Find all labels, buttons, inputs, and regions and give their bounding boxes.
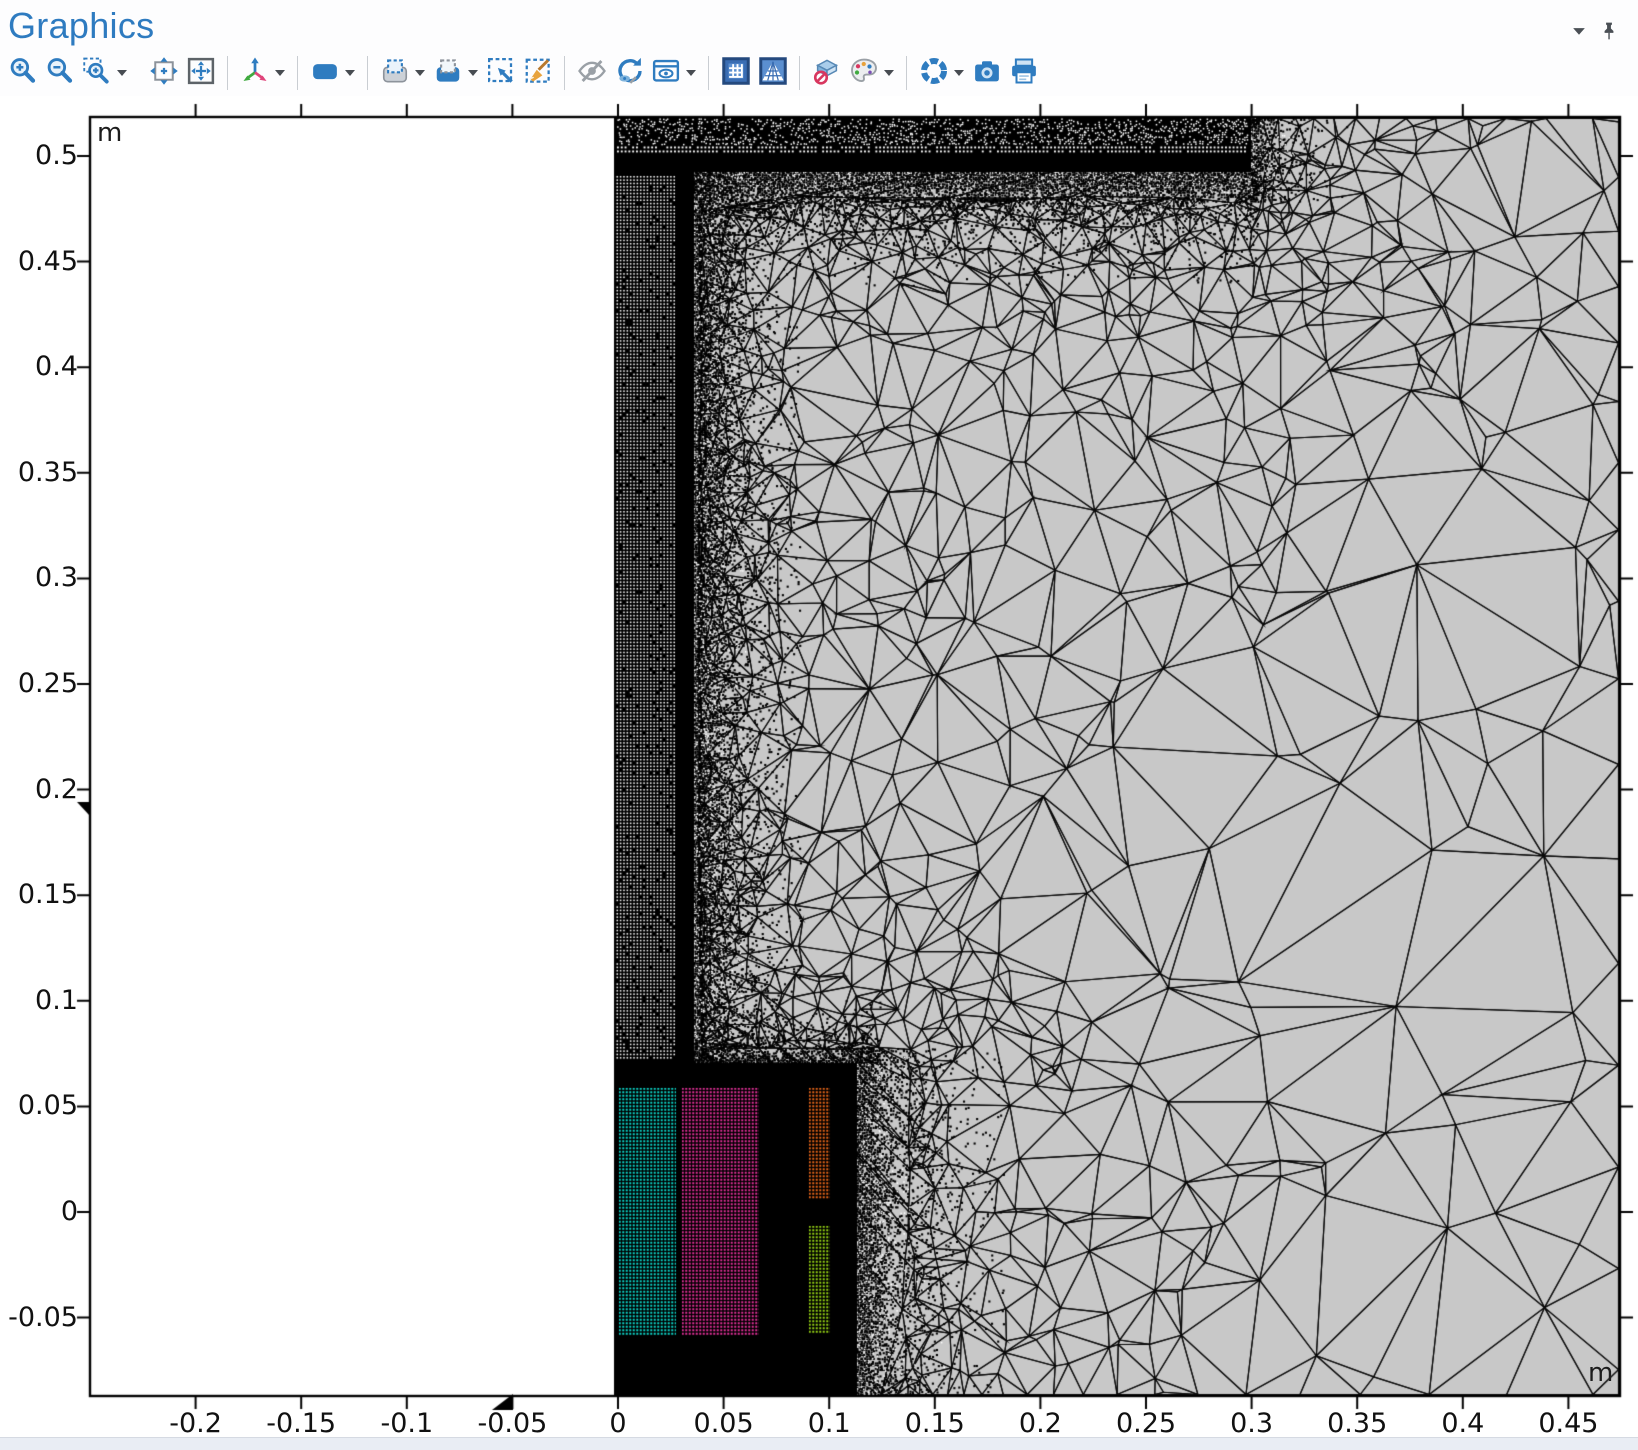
zoom-box-button-dropdown[interactable] <box>115 55 128 92</box>
panel-header: Graphics <box>0 0 1638 50</box>
color-palette-button-dropdown[interactable] <box>882 55 895 92</box>
toolbar-group <box>236 55 289 92</box>
x-axis-unit-label: m <box>1588 1360 1613 1386</box>
toolbar-group <box>306 55 359 92</box>
palette-icon <box>849 56 879 91</box>
default-view-button-dropdown[interactable] <box>273 55 286 92</box>
panel-title: Graphics <box>8 4 154 48</box>
new-selection-button[interactable] <box>482 55 519 92</box>
zoom-box-button[interactable] <box>78 55 115 92</box>
toolbar-separator <box>708 56 709 90</box>
show-mesh-button[interactable] <box>754 55 791 92</box>
y-axis-unit-label: m <box>97 120 122 146</box>
roundrect-icon <box>310 56 340 91</box>
zoom-in-button[interactable] <box>4 55 41 92</box>
remove-plot-button[interactable] <box>808 55 845 92</box>
cube-gray-icon <box>380 56 410 91</box>
show-mesh-icon <box>758 56 788 91</box>
toolbar-separator <box>799 56 800 90</box>
toolbar-group <box>808 55 898 92</box>
print-button[interactable] <box>1005 55 1042 92</box>
default-view-icon <box>240 56 270 91</box>
zoom-in-icon <box>8 56 38 91</box>
scene-light-button[interactable] <box>915 55 952 92</box>
view-hidden-button-dropdown[interactable] <box>684 55 697 92</box>
show-grid-icon <box>721 56 751 91</box>
toolbar-separator <box>564 56 565 90</box>
toolbar-separator <box>297 56 298 90</box>
toolbar-group <box>376 55 556 92</box>
bottom-strip <box>0 1437 1638 1450</box>
reset-hiding-button[interactable] <box>610 55 647 92</box>
toolbar-separator <box>227 56 228 90</box>
select-objects-button[interactable] <box>376 55 413 92</box>
select-entities-button[interactable] <box>429 55 466 92</box>
view-mode-button-dropdown[interactable] <box>343 55 356 92</box>
graphics-panel: Graphics -0.2-0.15-0.1-0.0500.050.10.150… <box>0 0 1638 1450</box>
camera-icon <box>972 56 1002 91</box>
clear-selection-button[interactable] <box>519 55 556 92</box>
reset-hide-icon <box>614 56 644 91</box>
erase-icon <box>812 56 842 91</box>
toolbar-separator <box>906 56 907 90</box>
view-hidden-button[interactable] <box>647 55 684 92</box>
toolbar-group <box>145 55 219 92</box>
image-snapshot-button[interactable] <box>968 55 1005 92</box>
color-palette-button[interactable] <box>845 55 882 92</box>
cube-blue-icon <box>433 56 463 91</box>
select-objects-button-dropdown[interactable] <box>413 55 426 92</box>
toolbar-group <box>915 55 1042 92</box>
print-icon <box>1009 56 1039 91</box>
view-mode-button[interactable] <box>306 55 343 92</box>
scene-light-button-dropdown[interactable] <box>952 55 965 92</box>
pin-icon[interactable] <box>1594 16 1624 46</box>
zoom-extents-icon <box>149 56 179 91</box>
toolbar-group <box>4 55 131 92</box>
zoom-extents-button[interactable] <box>145 55 182 92</box>
zoom-out-icon <box>45 56 75 91</box>
graphics-toolbar <box>0 50 1638 96</box>
caret-down-icon[interactable] <box>1564 16 1594 46</box>
select-arrow-icon <box>486 56 516 91</box>
clear-broom-icon <box>523 56 553 91</box>
select-entities-button-dropdown[interactable] <box>466 55 479 92</box>
hide-selected-button[interactable] <box>573 55 610 92</box>
zoom-to-selection-button[interactable] <box>182 55 219 92</box>
zoom-box-icon <box>82 56 112 91</box>
toolbar-group <box>573 55 700 92</box>
show-grid-button[interactable] <box>717 55 754 92</box>
zoom-selected-icon <box>186 56 216 91</box>
graphics-canvas[interactable] <box>0 0 1638 1450</box>
toolbar-separator <box>367 56 368 90</box>
toolbar-group <box>717 55 791 92</box>
hide-eye-icon <box>577 56 607 91</box>
zoom-out-button[interactable] <box>41 55 78 92</box>
default-view-button[interactable] <box>236 55 273 92</box>
view-hidden-icon <box>651 56 681 91</box>
aperture-icon <box>919 56 949 91</box>
